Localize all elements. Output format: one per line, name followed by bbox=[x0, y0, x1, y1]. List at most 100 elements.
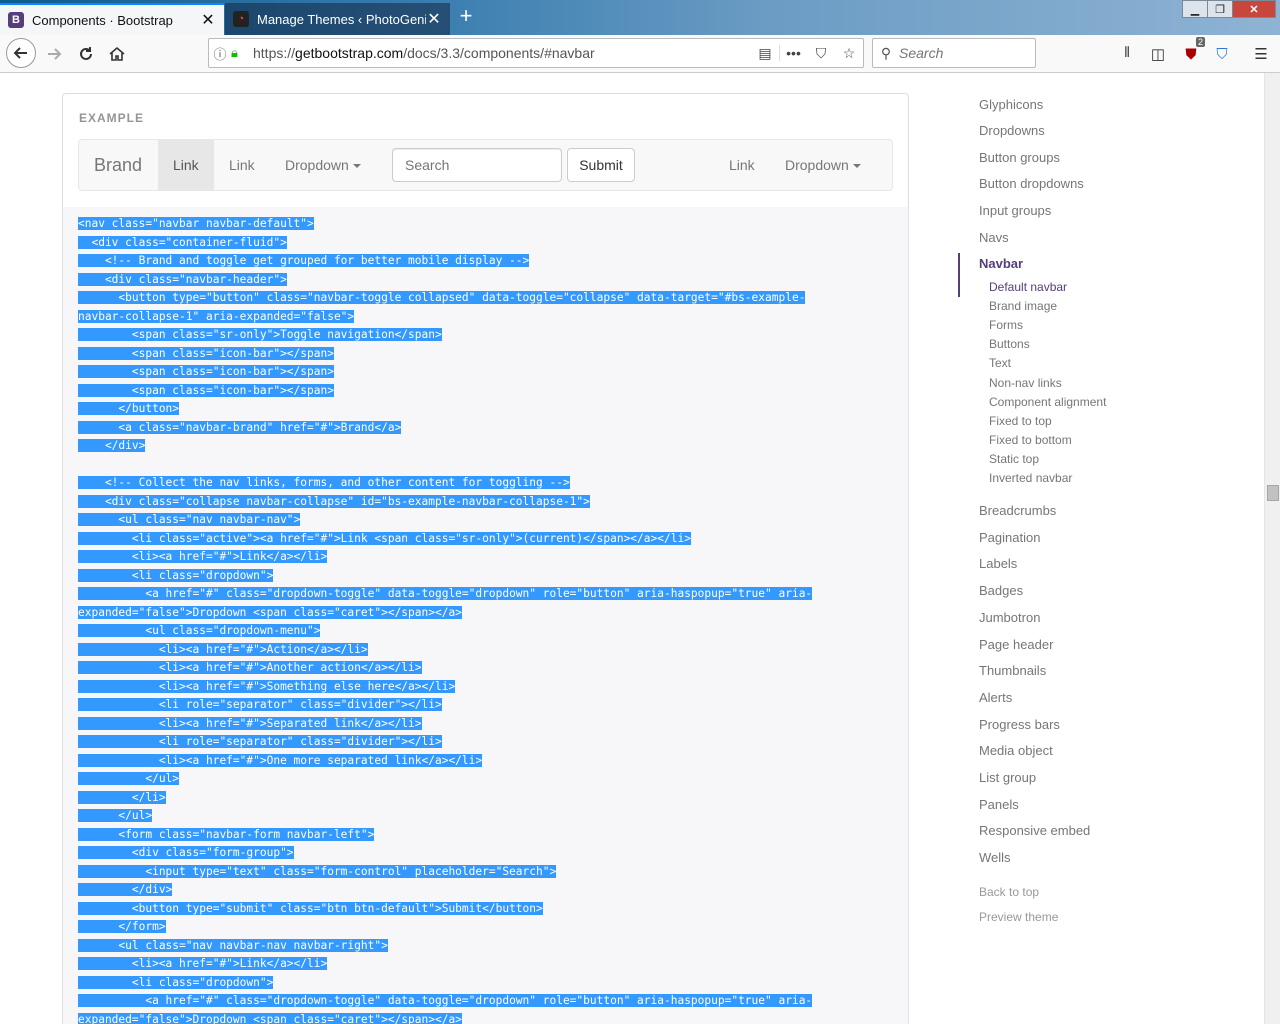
reader-view-icon[interactable]: ▤ bbox=[751, 45, 779, 62]
selected-code-text: <a href="#" class="dropdown-toggle" data… bbox=[78, 994, 813, 1007]
sidebar-item[interactable]: Wells bbox=[979, 850, 1011, 865]
code-line: <li class="dropdown"> bbox=[78, 567, 908, 586]
search-bar[interactable]: ⚲ bbox=[872, 38, 1036, 68]
info-icon[interactable]: ⓘ bbox=[209, 44, 231, 63]
home-button[interactable] bbox=[103, 40, 131, 68]
navbar-link[interactable]: Link bbox=[214, 140, 270, 190]
preview-theme-link[interactable]: Preview theme bbox=[979, 910, 1058, 924]
navbar-brand[interactable]: Brand bbox=[94, 155, 142, 176]
sidebar-item[interactable]: Breadcrumbs bbox=[979, 503, 1056, 518]
selected-code-text: <li><a href="#">Something else here</a><… bbox=[78, 679, 456, 693]
reload-button[interactable] bbox=[72, 40, 100, 68]
search-input[interactable] bbox=[899, 45, 1029, 61]
bookmark-star-icon[interactable]: ☆ bbox=[835, 45, 863, 62]
code-line: <li><a href="#">One more separated link<… bbox=[78, 752, 908, 771]
home-icon bbox=[109, 46, 125, 61]
sidebar-item[interactable]: Progress bars bbox=[979, 717, 1060, 732]
code-line: <li><a href="#">Action</a></li> bbox=[78, 641, 908, 660]
navbar-right-dropdown[interactable]: Dropdown bbox=[770, 140, 876, 190]
sidebar-item[interactable]: Dropdowns bbox=[979, 123, 1045, 138]
sidebar-subitem[interactable]: Buttons bbox=[989, 337, 1030, 351]
sidebar-subitem[interactable]: Non-nav links bbox=[989, 376, 1062, 390]
back-to-top-link[interactable]: Back to top bbox=[979, 885, 1039, 899]
back-button[interactable] bbox=[6, 38, 36, 68]
selected-code-text: expanded="false">Dropdown <span class="c… bbox=[78, 1012, 462, 1024]
browser-toolbar: ⓘ 🔒︎ https://getbootstrap.com/docs/3.3/c… bbox=[0, 35, 1280, 73]
scrollbar-thumb[interactable] bbox=[1267, 485, 1279, 501]
selected-code-text: </ul> bbox=[78, 772, 180, 785]
url-bar[interactable]: ⓘ 🔒︎ https://getbootstrap.com/docs/3.3/c… bbox=[208, 38, 864, 68]
sidebar-subitem[interactable]: Text bbox=[989, 356, 1011, 370]
sidebar-subitem[interactable]: Static top bbox=[989, 452, 1039, 466]
forward-button[interactable] bbox=[40, 40, 68, 68]
sidebar-item-navbar-active[interactable]: Navbar bbox=[979, 256, 1023, 271]
navbar-submit-button[interactable]: Submit bbox=[567, 148, 635, 182]
sidebar-item[interactable]: Navs bbox=[979, 230, 1009, 245]
code-line: expanded="false">Dropdown <span class="c… bbox=[78, 604, 908, 623]
sidebar-item[interactable]: Glyphicons bbox=[979, 97, 1043, 112]
selected-code-text: <li class="dropdown"> bbox=[78, 568, 274, 582]
minimize-icon[interactable]: ▁ bbox=[1182, 0, 1208, 18]
sidebar-item[interactable]: Media object bbox=[979, 743, 1053, 758]
window-close-icon[interactable]: ✕ bbox=[1232, 0, 1276, 18]
sidebar-subitem[interactable]: Default navbar bbox=[989, 280, 1067, 294]
reload-icon bbox=[80, 47, 92, 60]
sidebar-item[interactable]: Input groups bbox=[979, 203, 1051, 218]
code-line: </li> bbox=[78, 789, 908, 808]
library-icon[interactable]: 𝍪 bbox=[1115, 43, 1139, 65]
sidebar-item[interactable]: Button groups bbox=[979, 150, 1060, 165]
shield-icon[interactable]: ⛉ bbox=[1210, 43, 1234, 65]
sidebar-item[interactable]: Page header bbox=[979, 637, 1053, 652]
selected-code-text: <div class="form-group"> bbox=[78, 846, 294, 859]
caret-down-icon bbox=[852, 164, 861, 169]
selected-code-text: <a class="navbar-brand" href="#">Brand</… bbox=[78, 420, 402, 434]
selected-code-text: </div> bbox=[78, 439, 146, 452]
sidebar-item[interactable]: Jumbotron bbox=[979, 610, 1040, 625]
pocket-icon[interactable]: ⛉ bbox=[807, 45, 835, 62]
page-scrollbar[interactable] bbox=[1264, 73, 1280, 1024]
sidebar-item[interactable]: Badges bbox=[979, 583, 1023, 598]
sidebar-subitem[interactable]: Inverted navbar bbox=[989, 471, 1072, 485]
sidebar-item[interactable]: Pagination bbox=[979, 530, 1040, 545]
search-icon: ⚲ bbox=[880, 44, 892, 61]
sidebar-icon[interactable]: ◫ bbox=[1146, 43, 1170, 65]
selected-code-text: <!-- Brand and toggle get grouped for be… bbox=[78, 254, 530, 267]
navbar-right-link[interactable]: Link bbox=[714, 140, 770, 190]
sidebar-item[interactable]: Responsive embed bbox=[979, 823, 1090, 838]
selected-code-text: <form class="navbar-form navbar-left"> bbox=[78, 827, 375, 841]
tab-bootstrap[interactable]: B Components · Bootstrap ✕ bbox=[0, 3, 224, 35]
close-tab-icon[interactable]: ✕ bbox=[200, 10, 216, 30]
restore-icon[interactable]: ❐ bbox=[1207, 0, 1233, 18]
sidebar-item[interactable]: Labels bbox=[979, 556, 1017, 571]
code-block[interactable]: <nav class="navbar navbar-default"> <div… bbox=[62, 207, 909, 1024]
page-actions-icon[interactable]: ••• bbox=[779, 45, 807, 61]
sidebar-item[interactable]: List group bbox=[979, 770, 1036, 785]
sidebar-item[interactable]: Alerts bbox=[979, 690, 1012, 705]
tab-photogenik[interactable]: ◔ Manage Themes ‹ PhotoGenik ✕ bbox=[225, 3, 450, 35]
url-text[interactable]: https://getbootstrap.com/docs/3.3/compon… bbox=[249, 45, 751, 61]
tab-strip: B Components · Bootstrap ✕ ◔ Manage Them… bbox=[0, 0, 1280, 35]
close-tab-icon[interactable]: ✕ bbox=[426, 9, 442, 29]
arrow-right-icon bbox=[48, 48, 62, 60]
sidebar-item[interactable]: Button dropdowns bbox=[979, 176, 1084, 191]
navbar-search-input[interactable] bbox=[392, 148, 562, 182]
navbar-dropdown[interactable]: Dropdown bbox=[270, 140, 376, 190]
sidebar-subitem[interactable]: Brand image bbox=[989, 299, 1057, 313]
code-line: navbar-collapse-1" aria-expanded="false"… bbox=[78, 308, 908, 327]
lock-icon[interactable]: 🔒︎ bbox=[231, 45, 249, 61]
ublock-icon[interactable]: ⛊ 2 bbox=[1179, 37, 1205, 65]
code-line: </div> bbox=[78, 881, 908, 900]
sidebar-subitem[interactable]: Component alignment bbox=[989, 395, 1106, 409]
selected-code-text: <a href="#" class="dropdown-toggle" data… bbox=[78, 587, 813, 600]
code-line: <form class="navbar-form navbar-left"> bbox=[78, 826, 908, 845]
navbar-link-active[interactable]: Link bbox=[158, 140, 214, 190]
new-tab-button[interactable]: + bbox=[455, 4, 477, 30]
menu-icon[interactable]: ☰ bbox=[1249, 43, 1273, 65]
sidebar-subitem[interactable]: Fixed to top bbox=[989, 414, 1052, 428]
sidebar-item[interactable]: Thumbnails bbox=[979, 663, 1046, 678]
code-line: <span class="sr-only">Toggle navigation<… bbox=[78, 326, 908, 345]
sidebar-subitem[interactable]: Fixed to bottom bbox=[989, 433, 1072, 447]
sidebar-subitem[interactable]: Forms bbox=[989, 318, 1023, 332]
sidebar-item[interactable]: Panels bbox=[979, 797, 1019, 812]
code-line: <!-- Collect the nav links, forms, and o… bbox=[78, 474, 908, 493]
